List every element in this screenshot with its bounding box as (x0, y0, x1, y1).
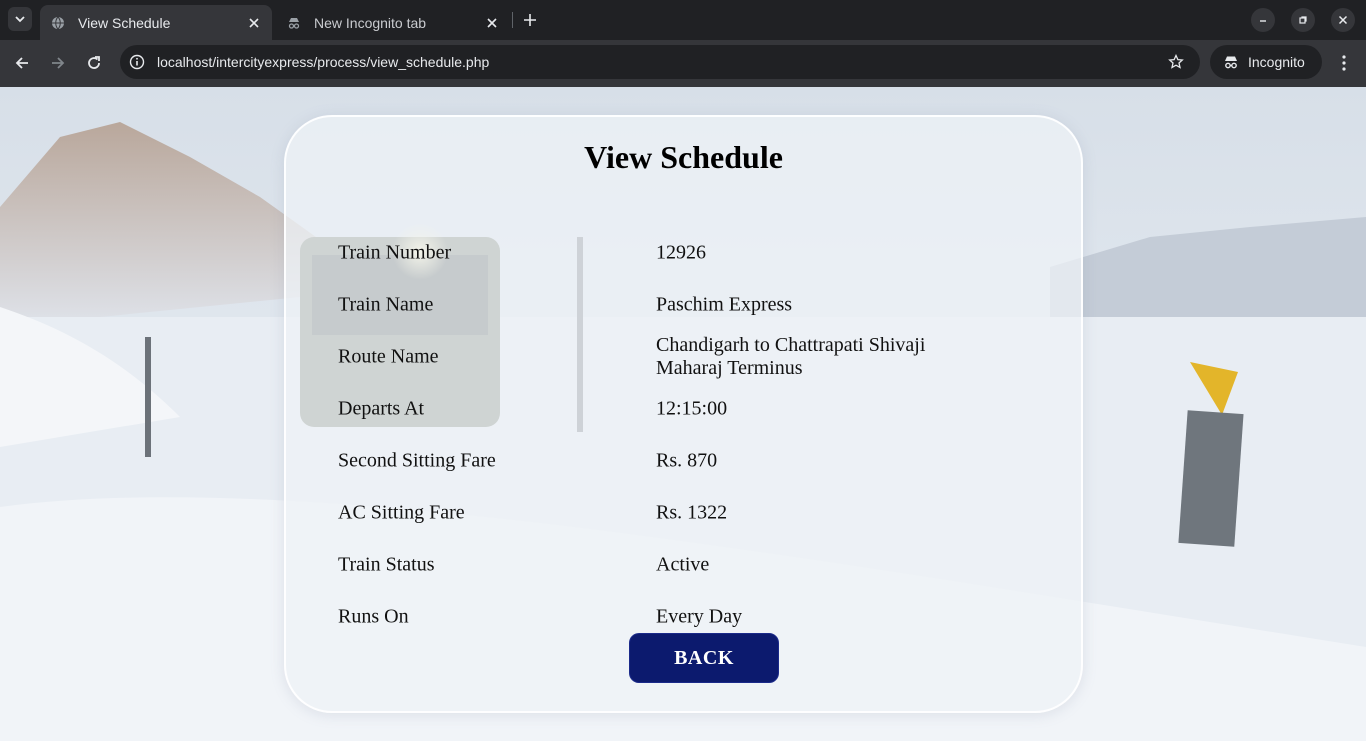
incognito-icon (286, 15, 302, 31)
close-window-button[interactable] (1331, 8, 1355, 32)
field-value: 12:15:00 (656, 397, 728, 420)
page-viewport: View Schedule Train Number 12926 Train N… (0, 87, 1366, 741)
field-value: Chandigarh to Chattrapati Shivaji Mahara… (656, 334, 926, 379)
profile-label: Incognito (1248, 54, 1305, 70)
field-label: AC Sitting Fare (338, 501, 465, 524)
browser-toolbar: localhost/intercityexpress/process/view_… (0, 40, 1366, 87)
tab-search-button[interactable] (8, 7, 32, 31)
detail-row-departs-at: Departs At 12:15:00 (338, 386, 1038, 432)
field-label: Train Name (338, 293, 434, 316)
browser-menu-button[interactable] (1332, 50, 1356, 76)
field-value: Rs. 1322 (656, 501, 728, 524)
chevron-down-icon (15, 16, 25, 23)
detail-row-route-name: Route Name Chandigarh to Chattrapati Shi… (338, 334, 1038, 380)
field-label: Runs On (338, 605, 409, 628)
incognito-icon (1222, 53, 1240, 71)
close-icon (1338, 15, 1348, 25)
back-nav-button[interactable] (9, 50, 35, 76)
address-bar[interactable]: localhost/intercityexpress/process/view_… (120, 45, 1200, 79)
new-tab-button[interactable] (518, 8, 542, 32)
field-value: Rs. 870 (656, 449, 718, 472)
field-label: Route Name (338, 345, 439, 368)
detail-row-train-name: Train Name Paschim Express (338, 282, 1038, 328)
page-title: View Schedule (584, 139, 783, 175)
field-value: Paschim Express (656, 293, 793, 316)
bookmark-star-icon[interactable] (1166, 52, 1186, 72)
incognito-profile-chip[interactable]: Incognito (1210, 45, 1322, 79)
close-tab-icon[interactable] (484, 15, 500, 31)
url-text: localhost/intercityexpress/process/view_… (157, 54, 490, 70)
reload-button[interactable] (81, 50, 107, 76)
detail-row-train-number: Train Number 12926 (338, 230, 1038, 276)
detail-row-train-status: Train Status Active (338, 542, 1038, 588)
arrow-left-icon (15, 57, 28, 69)
detail-row-ac-sitting-fare: AC Sitting Fare Rs. 1322 (338, 490, 1038, 536)
kebab-menu-icon (1342, 55, 1346, 71)
field-value: Active (656, 553, 710, 576)
arrow-right-icon (52, 57, 65, 69)
minimize-button[interactable] (1251, 8, 1275, 32)
field-label: Departs At (338, 397, 425, 420)
field-label: Train Number (338, 241, 452, 264)
back-button[interactable]: BACK (629, 633, 779, 683)
schedule-card: View Schedule Train Number 12926 Train N… (284, 115, 1083, 713)
field-label: Second Sitting Fare (338, 449, 496, 472)
plus-icon (524, 14, 536, 26)
globe-icon (50, 15, 66, 31)
tab-divider (512, 12, 513, 28)
tab-new-incognito[interactable]: New Incognito tab (276, 5, 510, 40)
tab-strip: View Schedule New Incognito tab (0, 0, 1366, 40)
site-info-icon[interactable] (125, 50, 149, 74)
detail-row-second-sitting-fare: Second Sitting Fare Rs. 870 (338, 438, 1038, 484)
minimize-icon (1260, 20, 1266, 22)
close-tab-icon[interactable] (246, 15, 262, 31)
reload-icon (88, 56, 100, 69)
tab-title: New Incognito tab (314, 14, 427, 31)
tab-view-schedule[interactable]: View Schedule (40, 5, 272, 40)
forward-nav-button[interactable] (45, 50, 71, 76)
tab-title: View Schedule (78, 14, 171, 31)
restore-button[interactable] (1291, 8, 1315, 32)
field-value: Every Day (656, 605, 743, 628)
field-label: Train Status (338, 553, 435, 576)
field-value: 12926 (656, 241, 706, 264)
restore-icon (1299, 16, 1307, 24)
